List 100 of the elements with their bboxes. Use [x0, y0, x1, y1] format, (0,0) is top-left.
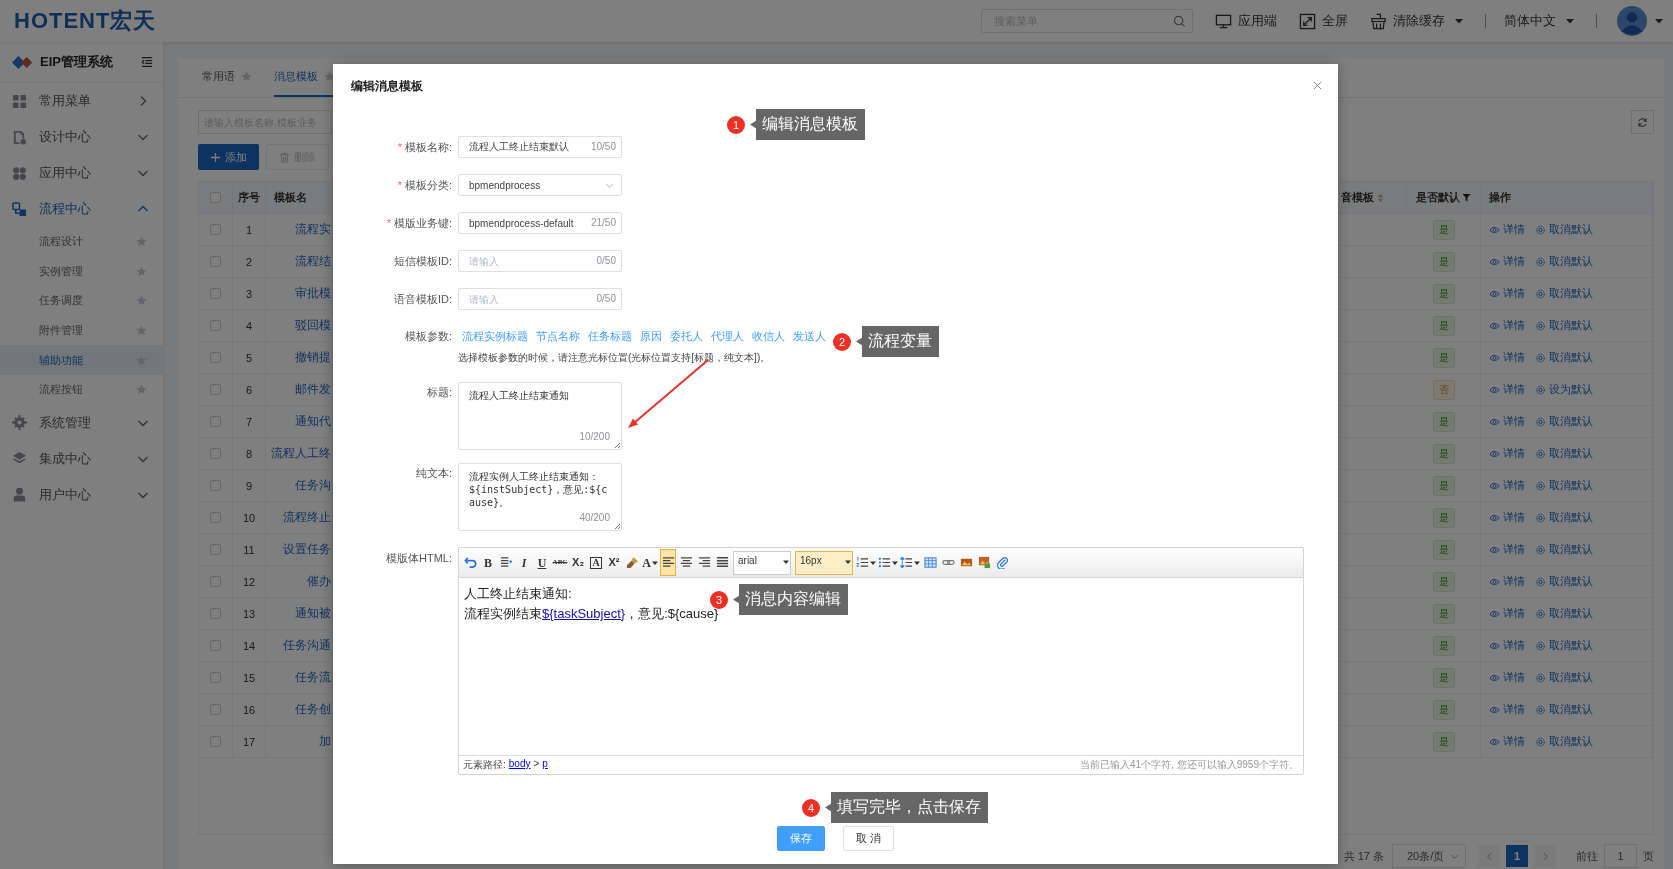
- template-link[interactable]: 任务创: [295, 701, 332, 718]
- checkbox[interactable]: [210, 352, 221, 363]
- detail-link[interactable]: 详情: [1489, 318, 1525, 333]
- default-link[interactable]: 取消默认: [1535, 670, 1593, 685]
- italic-button[interactable]: I: [516, 552, 532, 573]
- menu-item[interactable]: 应用中心: [0, 155, 163, 191]
- next-page-button[interactable]: [1534, 845, 1556, 867]
- parameter-link[interactable]: 代理人: [711, 328, 744, 344]
- template-link[interactable]: 通知被: [295, 605, 332, 622]
- detail-link[interactable]: 详情: [1489, 222, 1525, 237]
- menu-item[interactable]: 系统管理: [0, 404, 163, 441]
- previous-page-button[interactable]: [1478, 845, 1500, 867]
- fontcolor-button[interactable]: A: [642, 552, 658, 573]
- template-link[interactable]: 催办: [307, 573, 332, 590]
- star-icon[interactable]: [136, 236, 147, 248]
- add-button[interactable]: 添加: [198, 144, 259, 170]
- detail-link[interactable]: 详情: [1489, 446, 1525, 461]
- detail-link[interactable]: 详情: [1489, 286, 1525, 301]
- default-link[interactable]: 取消默认: [1535, 574, 1593, 589]
- detail-link[interactable]: 详情: [1489, 734, 1525, 749]
- submenu-item[interactable]: 流程按钮: [0, 374, 163, 405]
- default-link[interactable]: 取消默认: [1535, 638, 1593, 653]
- submenu-item[interactable]: 辅助功能: [0, 345, 163, 375]
- template-link[interactable]: 撤销提: [295, 349, 332, 366]
- star-icon[interactable]: [241, 71, 252, 82]
- default-link[interactable]: 取消默认: [1535, 446, 1593, 461]
- dropdown-field[interactable]: 16px: [795, 550, 853, 575]
- template-link[interactable]: 流程结: [295, 253, 332, 270]
- template-link[interactable]: 任务流: [295, 669, 332, 686]
- template-link[interactable]: 流程终止: [283, 509, 332, 526]
- detail-link[interactable]: 详情: [1489, 542, 1525, 557]
- template-link[interactable]: 审批模: [295, 285, 332, 302]
- default-link[interactable]: 取消默认: [1535, 222, 1593, 237]
- page-button[interactable]: 1: [1506, 845, 1528, 867]
- resize-handle[interactable]: [613, 522, 621, 530]
- page-size-select[interactable]: 20条/页: [1392, 844, 1466, 868]
- default-link[interactable]: 取消默认: [1535, 702, 1593, 717]
- parameter-link[interactable]: 原因: [640, 328, 662, 344]
- detail-link[interactable]: 详情: [1489, 254, 1525, 269]
- submenu-item[interactable]: 附件管理: [0, 315, 163, 346]
- collapse-icon[interactable]: [141, 56, 153, 68]
- parameter-link[interactable]: 发送人: [793, 328, 826, 344]
- star-icon[interactable]: [324, 71, 335, 82]
- sort-icon[interactable]: [1377, 192, 1384, 203]
- detail-link[interactable]: 详情: [1489, 382, 1525, 397]
- template-link[interactable]: 任务沟: [295, 477, 332, 494]
- variable-link[interactable]: ${taskSubject}: [542, 606, 626, 621]
- checkbox[interactable]: [210, 384, 221, 395]
- menu-item[interactable]: 用户中心: [0, 476, 163, 513]
- dropdown-field[interactable]: arial: [733, 550, 791, 575]
- detail-link[interactable]: 详情: [1489, 574, 1525, 589]
- detail-link[interactable]: 详情: [1489, 478, 1525, 493]
- parameter-link[interactable]: 委托人: [670, 328, 703, 344]
- bold-button[interactable]: B: [480, 552, 496, 573]
- detail-link[interactable]: 详情: [1489, 702, 1525, 717]
- path-link[interactable]: p: [542, 758, 548, 772]
- subscript-button[interactable]: X₂: [570, 552, 586, 573]
- path-link[interactable]: body: [508, 758, 531, 772]
- template-link[interactable]: 设置任务: [283, 541, 332, 558]
- template-link[interactable]: 驳回模: [295, 317, 332, 334]
- checkbox[interactable]: [210, 192, 221, 203]
- checkbox[interactable]: [210, 672, 221, 683]
- default-link[interactable]: 取消默认: [1535, 478, 1593, 493]
- star-icon[interactable]: [136, 325, 147, 337]
- checkbox[interactable]: [210, 224, 221, 235]
- avatar[interactable]: [1617, 6, 1647, 36]
- checkbox[interactable]: [210, 288, 221, 299]
- language-selector[interactable]: 简体中文: [1504, 12, 1574, 30]
- checkbox[interactable]: [210, 416, 221, 427]
- checkbox[interactable]: [210, 320, 221, 331]
- template-link[interactable]: 通知代: [295, 413, 332, 430]
- refresh-button[interactable]: [1631, 110, 1654, 134]
- submenu-item[interactable]: 流程设计: [0, 227, 163, 257]
- detail-link[interactable]: 详情: [1489, 670, 1525, 685]
- template-link[interactable]: 加: [319, 733, 332, 750]
- underline-button[interactable]: U: [534, 552, 550, 573]
- submenu-item[interactable]: 实例管理: [0, 256, 163, 287]
- detail-link[interactable]: 详情: [1489, 510, 1525, 525]
- checkbox[interactable]: [210, 256, 221, 267]
- parameter-link[interactable]: 收信人: [752, 328, 785, 344]
- template-link[interactable]: 流程实: [295, 221, 332, 238]
- menu-item[interactable]: 设计中心: [0, 119, 163, 155]
- menu-item[interactable]: 流程中心: [0, 191, 163, 227]
- parameter-link[interactable]: 流程实例标题: [462, 328, 528, 344]
- save-button[interactable]: 保存: [776, 826, 825, 851]
- select-field[interactable]: bpmendprocess: [458, 174, 622, 196]
- caret-icon[interactable]: [1655, 17, 1663, 25]
- monitor-button[interactable]: 应用端: [1215, 12, 1277, 30]
- default-link[interactable]: 取消默认: [1535, 350, 1593, 365]
- menu-item[interactable]: 集成中心: [0, 440, 163, 477]
- checkbox[interactable]: [210, 512, 221, 523]
- star-icon[interactable]: [136, 384, 147, 396]
- detail-link[interactable]: 详情: [1489, 350, 1525, 365]
- default-link[interactable]: 取消默认: [1535, 606, 1593, 621]
- submenu-item[interactable]: 任务调度: [0, 286, 163, 316]
- checkbox[interactable]: [210, 608, 221, 619]
- template-link[interactable]: 任务沟通: [283, 637, 332, 654]
- default-link[interactable]: 取消默认: [1535, 734, 1593, 749]
- cancel-button[interactable]: 取 消: [842, 826, 895, 851]
- tab[interactable]: 常用语: [202, 58, 252, 97]
